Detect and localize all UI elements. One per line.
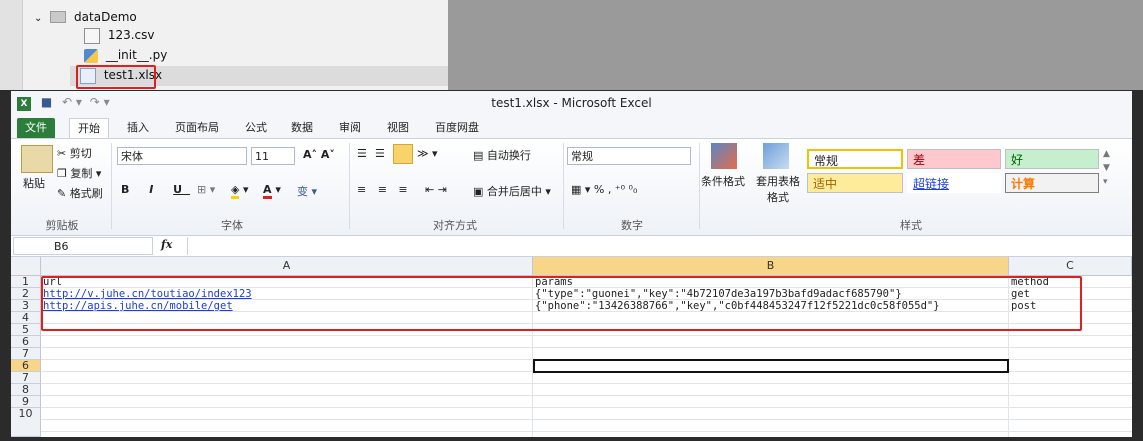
- fill-color-icon[interactable]: ◈ ▾: [231, 183, 249, 199]
- tree-gutter: [0, 0, 23, 90]
- tab-file[interactable]: 文件: [17, 118, 55, 138]
- group-separator: [699, 143, 700, 229]
- column-headers: A B C: [11, 257, 1132, 276]
- font-size-select[interactable]: 11: [251, 147, 295, 165]
- style-normal[interactable]: 常规: [807, 149, 903, 169]
- number-format-select[interactable]: 常规: [567, 147, 691, 165]
- group-label-alignment: 对齐方式: [433, 219, 477, 232]
- formula-bar: B6 fx: [11, 236, 1132, 257]
- conditional-format-button[interactable]: 条件格式: [701, 173, 745, 189]
- tab-data[interactable]: 数据: [283, 118, 321, 138]
- style-calculation[interactable]: 计算: [1005, 173, 1099, 193]
- grow-font-icon[interactable]: A˄ A˅: [303, 148, 335, 161]
- font-style-buttons[interactable]: B I U: [121, 183, 190, 196]
- copy-icon: ❐: [57, 167, 71, 180]
- column-header-b[interactable]: B: [533, 257, 1009, 275]
- border-icon[interactable]: ⊞ ▾: [197, 183, 215, 196]
- highlight-box-file: [76, 65, 156, 89]
- excel-window: X ■ ↶ ▾ ↷ ▾ test1.xlsx - Microsoft Excel…: [11, 91, 1132, 437]
- tab-baidu-netdisk[interactable]: 百度网盘: [427, 118, 487, 138]
- column-header-c[interactable]: C: [1009, 257, 1132, 275]
- style-hyperlink[interactable]: 超链接: [907, 173, 1001, 193]
- column-header-a[interactable]: A: [41, 257, 533, 275]
- phonetic-icon[interactable]: 变 ▾: [297, 183, 317, 199]
- background-panel: [448, 0, 1143, 90]
- copy-button[interactable]: ❐ 复制 ▾: [57, 165, 101, 181]
- window-title: test1.xlsx - Microsoft Excel: [491, 96, 652, 110]
- paste-icon[interactable]: [21, 145, 53, 173]
- font-name-select[interactable]: 宋体: [117, 147, 247, 165]
- tab-insert[interactable]: 插入: [119, 118, 157, 138]
- brush-icon: ✎: [57, 187, 70, 200]
- ribbon-tabs: 文件 开始 插入 页面布局 公式 数据 审阅 视图 百度网盘: [11, 115, 1132, 139]
- group-separator: [111, 143, 112, 229]
- style-good[interactable]: 好: [1005, 149, 1099, 169]
- tab-page-layout[interactable]: 页面布局: [167, 118, 227, 138]
- merge-icon: ▣: [473, 185, 487, 198]
- table-format-icon[interactable]: [763, 143, 789, 169]
- group-label-styles: 样式: [900, 219, 922, 232]
- horizontal-align-icons[interactable]: ≡ ≡ ≡: [357, 183, 412, 196]
- csv-file-icon: [84, 27, 100, 44]
- formula-input[interactable]: [187, 237, 1130, 255]
- font-color-icon[interactable]: A ▾: [263, 183, 281, 199]
- align-middle-icon[interactable]: ☰: [375, 147, 385, 160]
- style-neutral[interactable]: 适中: [807, 173, 903, 193]
- wrap-text-icon: ▤: [473, 149, 487, 162]
- group-separator: [563, 143, 564, 229]
- tab-formulas[interactable]: 公式: [237, 118, 275, 138]
- chevron-down-icon[interactable]: ⌄: [34, 13, 42, 24]
- title-bar: X ■ ↶ ▾ ↷ ▾ test1.xlsx - Microsoft Excel: [11, 91, 1132, 116]
- ribbon: 粘贴 ✂ 剪切 ❐ 复制 ▾ ✎ 格式刷 剪贴板 宋体 11 A˄ A˅ B I…: [11, 138, 1132, 236]
- name-box[interactable]: B6: [13, 237, 153, 255]
- group-label-font: 字体: [221, 219, 243, 232]
- tab-home[interactable]: 开始: [69, 118, 109, 139]
- align-bottom-icon[interactable]: [393, 144, 413, 164]
- table-format-button[interactable]: 套用表格格式: [751, 173, 805, 205]
- tree-file-init-py[interactable]: __init__.py: [84, 45, 167, 65]
- format-painter-button[interactable]: ✎ 格式刷: [57, 185, 103, 201]
- style-bad[interactable]: 差: [907, 149, 1001, 169]
- group-label-clipboard: 剪贴板: [45, 219, 79, 232]
- tab-review[interactable]: 审阅: [331, 118, 369, 138]
- merge-center-button[interactable]: ▣ 合并后居中 ▾: [473, 183, 551, 199]
- number-format-icons[interactable]: ▦ ▾ % , ⁺⁰ ⁰₀: [571, 183, 637, 196]
- group-label-number: 数字: [621, 219, 643, 232]
- row-header[interactable]: 10: [11, 408, 41, 437]
- orientation-icon[interactable]: ≫ ▾: [417, 147, 438, 160]
- wrap-text-button[interactable]: ▤ 自动换行: [473, 147, 531, 163]
- selected-cell-b6[interactable]: [533, 359, 1009, 373]
- function-icon[interactable]: fx: [161, 238, 172, 251]
- cut-button[interactable]: ✂ 剪切: [57, 145, 92, 161]
- align-top-icon[interactable]: ☰: [357, 147, 367, 160]
- conditional-format-icon[interactable]: [711, 143, 737, 169]
- select-all-corner[interactable]: [11, 257, 41, 275]
- group-separator: [349, 143, 350, 229]
- scissors-icon: ✂: [57, 147, 70, 160]
- highlight-box-data: [41, 276, 1082, 331]
- styles-scroll-icon[interactable]: ▲ ▼ ▾: [1103, 147, 1110, 189]
- tree-folder-datademo[interactable]: ⌄ dataDemo: [34, 7, 137, 27]
- paste-button[interactable]: 粘贴: [23, 175, 45, 191]
- python-file-icon: [84, 48, 98, 63]
- indent-icons[interactable]: ⇤ ⇥: [425, 183, 447, 196]
- tree-file-csv[interactable]: 123.csv: [84, 25, 155, 45]
- tab-view[interactable]: 视图: [379, 118, 417, 138]
- folder-icon: [50, 10, 67, 23]
